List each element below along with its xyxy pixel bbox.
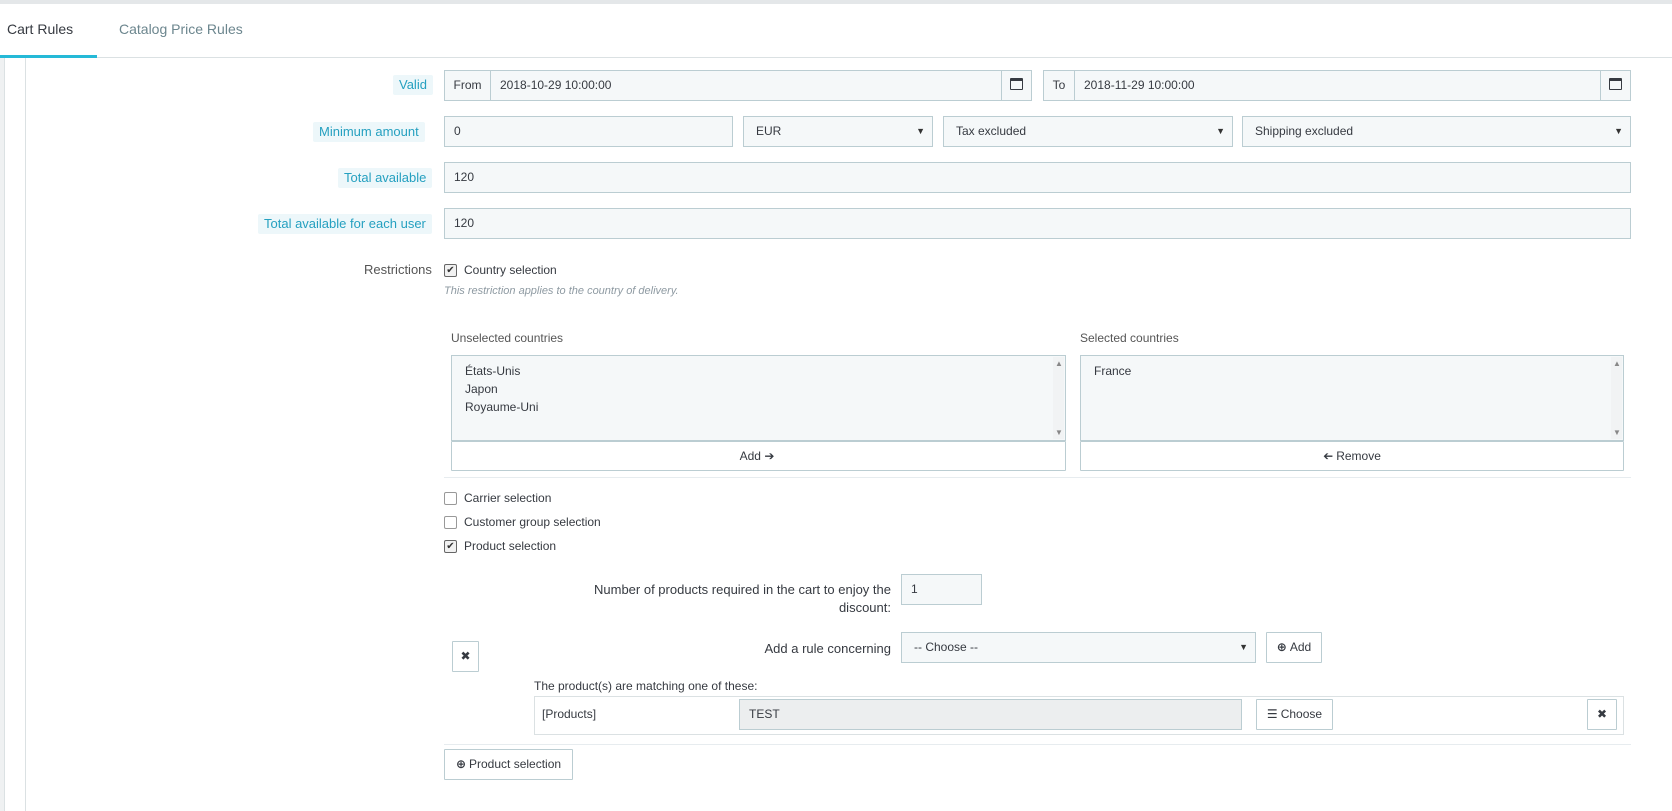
country-option[interactable]: France — [1094, 362, 1610, 380]
unselected-countries-title: Unselected countries — [451, 331, 564, 345]
unselected-countries-list[interactable]: États-Unis Japon Royaume-Uni ▲ ▼ — [451, 355, 1066, 441]
tax-select-value: Tax excluded — [956, 124, 1027, 138]
caret-down-icon: ▼ — [1614, 126, 1623, 136]
divider — [444, 744, 1631, 745]
add-rule-button[interactable]: ⊕ Add — [1266, 632, 1322, 663]
minimum-amount-input[interactable]: 0 — [444, 116, 733, 147]
calendar-icon — [1609, 78, 1622, 91]
divider — [444, 477, 1631, 478]
list-icon: ☰ — [1266, 707, 1278, 721]
close-icon: ✖ — [1596, 707, 1608, 721]
add-country-label: Add — [739, 449, 761, 463]
remove-country-button[interactable]: ➔ Remove — [1080, 441, 1624, 471]
plus-circle-icon: ⊕ — [455, 757, 466, 771]
country-option[interactable]: États-Unis — [465, 362, 1052, 380]
valid-from-calendar-button[interactable] — [1001, 70, 1032, 101]
scroll-down-icon: ▼ — [1055, 428, 1063, 437]
currency-select-value: EUR — [756, 124, 782, 138]
delete-rule-button[interactable]: ✖ — [1587, 699, 1617, 730]
caret-down-icon: ▼ — [916, 126, 925, 136]
carrier-selection-checkbox[interactable] — [444, 492, 457, 505]
selected-countries-title: Selected countries — [1080, 331, 1179, 345]
scroll-down-icon: ▼ — [1613, 428, 1621, 437]
caret-down-icon: ▼ — [1239, 642, 1248, 652]
valid-from-addon: From — [444, 70, 491, 101]
rule-type-select-value: -- Choose -- — [914, 640, 979, 654]
rule-value-input[interactable]: TEST — [739, 699, 1242, 730]
product-selection-button-label: Product selection — [469, 757, 562, 771]
add-rule-button-label: Add — [1289, 640, 1312, 654]
product-quantity-label: Number of products required in the cart … — [594, 582, 891, 615]
country-help-text: This restriction applies to the country … — [444, 285, 679, 297]
plus-circle-icon: ⊕ — [1276, 640, 1287, 654]
rule-type-text: [Products] — [542, 707, 597, 721]
currency-select[interactable]: EUR ▼ — [743, 116, 933, 147]
arrow-right-icon: ➔ — [764, 449, 775, 463]
tab-cart-rules[interactable]: Cart Rules — [0, 4, 97, 58]
country-selection-label: Country selection — [464, 263, 557, 277]
arrow-left-icon: ➔ — [1323, 449, 1334, 463]
scroll-up-icon: ▲ — [1055, 359, 1063, 368]
scroll-up-icon: ▲ — [1613, 359, 1621, 368]
tax-select[interactable]: Tax excluded ▼ — [943, 116, 1233, 147]
product-selection-checkbox[interactable]: ✔ — [444, 540, 457, 553]
valid-from-input[interactable]: 2018-10-29 10:00:00 — [490, 70, 1002, 101]
customer-group-selection-label: Customer group selection — [464, 515, 601, 529]
matching-text: The product(s) are matching one of these… — [534, 679, 758, 693]
close-icon: ✖ — [460, 649, 471, 663]
total-available-label: Total available — [338, 168, 433, 188]
total-per-user-label: Total available for each user — [258, 214, 432, 234]
delete-rule-group-button[interactable]: ✖ — [452, 641, 479, 672]
add-rule-label: Add a rule concerning — [764, 641, 891, 656]
calendar-icon — [1010, 78, 1023, 91]
remove-country-label: Remove — [1336, 449, 1381, 463]
valid-to-input[interactable]: 2018-11-29 10:00:00 — [1074, 70, 1601, 101]
product-selection-label: Product selection — [464, 539, 557, 553]
restrictions-label: Restrictions — [364, 262, 432, 277]
valid-label: Valid — [393, 75, 433, 95]
customer-group-selection-checkbox[interactable] — [444, 516, 457, 529]
tab-catalog-price-rules[interactable]: Catalog Price Rules — [119, 4, 243, 58]
add-product-selection-button[interactable]: ⊕ Product selection — [444, 749, 573, 780]
minimum-amount-label: Minimum amount — [313, 122, 425, 142]
scrollbar[interactable]: ▲ ▼ — [1053, 357, 1064, 439]
carrier-selection-label: Carrier selection — [464, 491, 552, 505]
shipping-select[interactable]: Shipping excluded ▼ — [1242, 116, 1631, 147]
product-quantity-input[interactable]: 1 — [901, 574, 982, 605]
country-option[interactable]: Japon — [465, 380, 1052, 398]
total-available-input[interactable]: 120 — [444, 162, 1631, 193]
valid-to-addon: To — [1043, 70, 1075, 101]
selected-countries-list[interactable]: France ▲ ▼ — [1080, 355, 1624, 441]
choose-products-button[interactable]: ☰ Choose — [1256, 699, 1333, 730]
rule-type-select[interactable]: -- Choose -- ▼ — [901, 632, 1256, 663]
country-selection-checkbox[interactable]: ✔ — [444, 264, 457, 277]
choose-button-label: Choose — [1280, 707, 1323, 721]
caret-down-icon: ▼ — [1216, 126, 1225, 136]
add-country-button[interactable]: Add ➔ — [451, 441, 1066, 471]
tab-bar: Cart Rules Catalog Price Rules — [0, 0, 1672, 58]
scrollbar[interactable]: ▲ ▼ — [1611, 357, 1622, 439]
valid-to-calendar-button[interactable] — [1600, 70, 1631, 101]
total-per-user-input[interactable]: 120 — [444, 208, 1631, 239]
country-option[interactable]: Royaume-Uni — [465, 398, 1052, 416]
shipping-select-value: Shipping excluded — [1255, 124, 1354, 138]
